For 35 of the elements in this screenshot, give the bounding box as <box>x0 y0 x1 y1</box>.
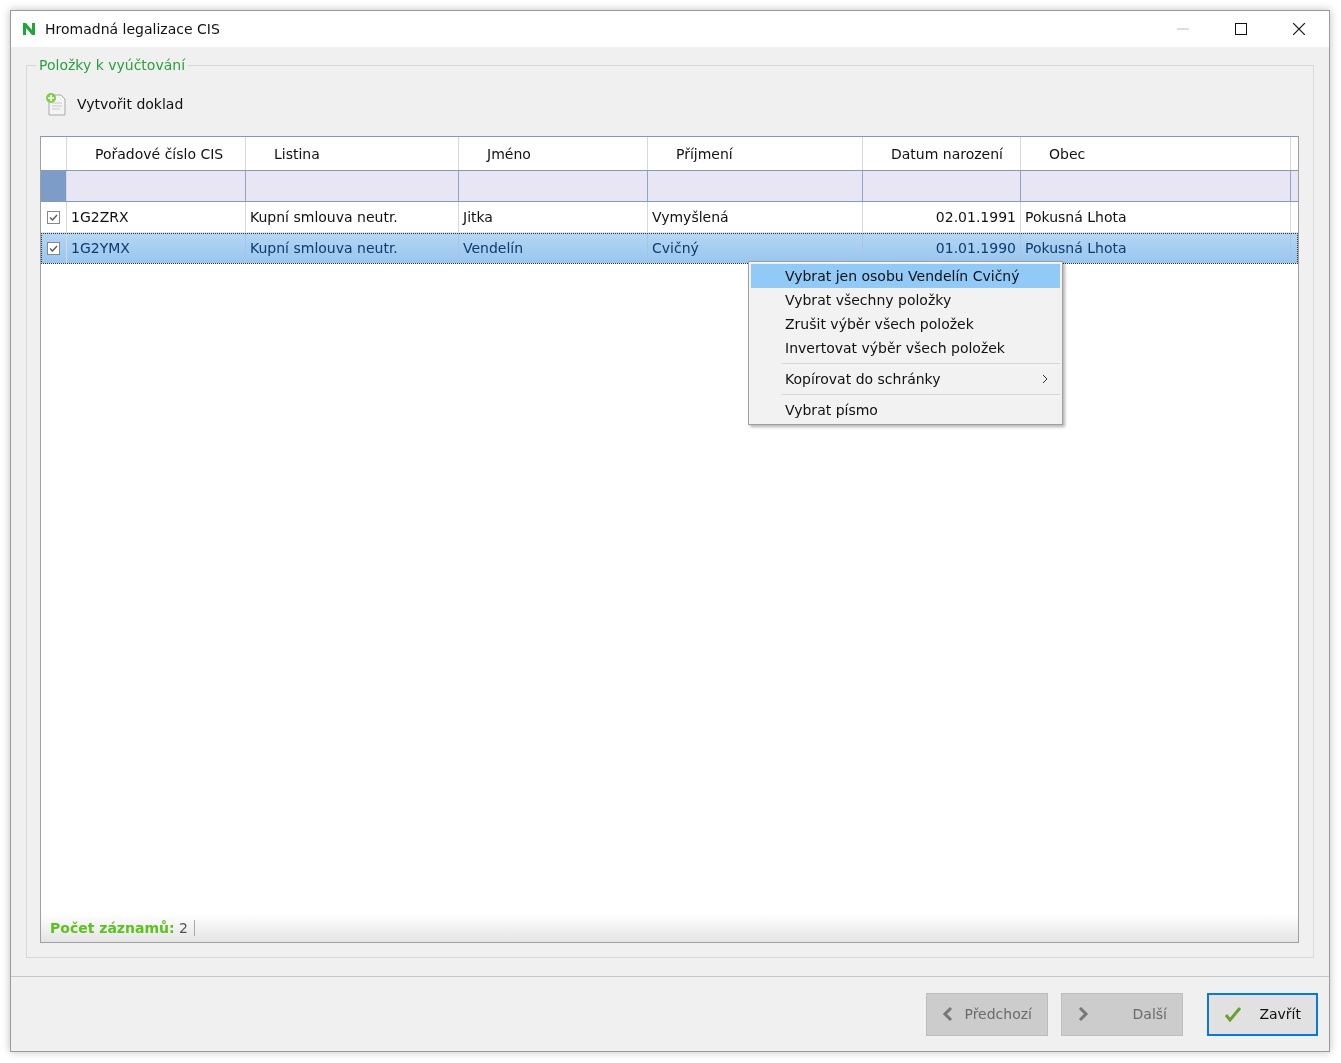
table-cell: 02.01.1991 <box>863 202 1021 232</box>
record-count: Počet záznamů: 2 <box>50 920 195 936</box>
table-cell: 1G2YMX <box>67 233 246 263</box>
group-title: Položky k vyúčtování <box>36 57 189 73</box>
column-header[interactable]: Jméno <box>459 137 648 170</box>
table-cell: Vendelín <box>459 233 648 263</box>
column-header[interactable]: Obec <box>1021 137 1291 170</box>
chevron-left-icon <box>942 1006 954 1022</box>
close-button[interactable]: Zavřít <box>1207 992 1318 1036</box>
chevron-right-icon <box>1077 1006 1089 1022</box>
table-cell: Jitka <box>459 202 648 232</box>
checkbox[interactable] <box>47 210 60 224</box>
create-document-button[interactable]: Vytvořit doklad <box>40 92 184 116</box>
document-add-icon <box>45 92 67 116</box>
column-header[interactable]: Datum narození <box>863 137 1021 170</box>
checkmark-icon <box>1224 1006 1242 1022</box>
menu-item[interactable]: Vybrat písmo <box>751 398 1060 422</box>
close-icon[interactable] <box>1293 23 1305 35</box>
checkbox[interactable] <box>47 241 60 255</box>
table-cell: Pokusná Lhota <box>1021 202 1291 232</box>
menu-item[interactable]: Kopírovat do schránky <box>751 367 1060 391</box>
menu-item[interactable]: Invertovat výběr všech položek <box>751 336 1060 360</box>
maximize-icon[interactable] <box>1235 23 1247 35</box>
menu-item[interactable]: Zrušit výběr všech položek <box>751 312 1060 336</box>
column-header[interactable]: Pořadové číslo CIS <box>67 137 246 170</box>
table-row[interactable]: 1G2YMX Kupní smlouva neutr. Vendelín Cvičný 01.01.1990 Pokusná Lhota <box>41 233 1298 264</box>
table-cell: Vymyšlená <box>648 202 863 232</box>
menu-item[interactable]: Vybrat všechny položky <box>751 288 1060 312</box>
column-header[interactable]: Příjmení <box>648 137 863 170</box>
table-cell: Kupní smlouva neutr. <box>246 233 459 263</box>
menu-item[interactable]: Vybrat jen osobu Vendelín Cvičný <box>751 264 1060 288</box>
table-cell: Kupní smlouva neutr. <box>246 202 459 232</box>
column-header[interactable]: Listina <box>246 137 459 170</box>
table-cell: 1G2ZRX <box>67 202 246 232</box>
window-title: Hromadná legalizace CIS <box>45 21 220 37</box>
